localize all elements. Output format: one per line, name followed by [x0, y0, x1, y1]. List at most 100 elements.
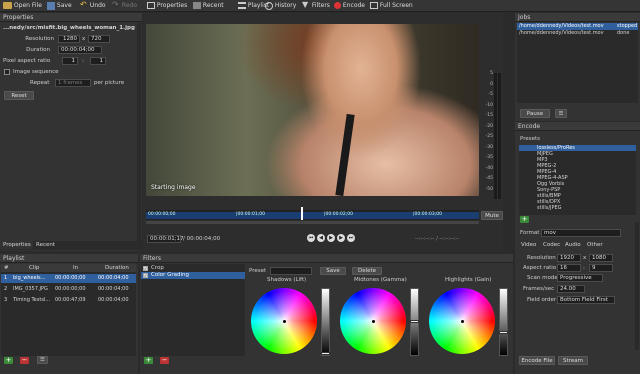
audio-meter-tick: -40: [485, 165, 493, 171]
shadows-slider-handle[interactable]: [321, 352, 330, 355]
table-row[interactable]: 2 IMG_0357.JPG 00:00:00;00 00:00:04;00: [1, 285, 136, 294]
midtones-wheel-label: Midtones (Gamma): [354, 277, 407, 283]
format-select[interactable]: mov: [541, 229, 621, 237]
aspect-den-field[interactable]: 9: [589, 264, 613, 272]
full-screen-button[interactable]: Full Screen: [370, 0, 413, 12]
undo-button[interactable]: ↶ Undo: [80, 0, 106, 12]
fast-forward-icon[interactable]: ▶: [337, 234, 345, 242]
preset-select[interactable]: [270, 267, 312, 275]
tab-other[interactable]: Other: [584, 241, 606, 249]
encode-res-height-field[interactable]: 1080: [589, 254, 613, 262]
midtones-slider-handle[interactable]: [410, 320, 419, 323]
highlights-color-wheel[interactable]: [429, 288, 495, 354]
shadows-lightness-slider[interactable]: [321, 288, 330, 356]
midtones-wheel-marker[interactable]: [372, 320, 375, 323]
skip-next-icon[interactable]: ⏭: [347, 234, 355, 242]
duration-field[interactable]: 00:00:04;00: [58, 46, 102, 54]
properties-header: Properties: [0, 13, 142, 22]
playlist-column-headers: # Clip In Duration: [1, 264, 136, 272]
filter-add-button[interactable]: +: [144, 357, 153, 364]
audio-meter-tick: 0: [490, 81, 493, 87]
jobs-list: /home/ddennedy/Videos/test.mov stopped /…: [517, 23, 638, 103]
filter-item-crop[interactable]: ✓ Crop: [141, 265, 245, 272]
audio-meter: 5 0 -5 -10 -15 -20 -25 -30 -35 -40 -45 -50: [481, 71, 501, 199]
reset-button[interactable]: Reset: [4, 91, 34, 100]
job-row[interactable]: /home/ddennedy/Videos/test.mov stopped: [517, 23, 638, 30]
filter-remove-button[interactable]: −: [160, 357, 169, 364]
encode-panel: Encode Presets lossless/ProRes MJPEG MP3 MP…: [515, 122, 640, 374]
highlights-wheel-marker[interactable]: [461, 320, 464, 323]
properties-button[interactable]: Properties: [147, 0, 187, 12]
jobs-panel: Jobs /home/ddennedy/Videos/test.mov stop…: [515, 13, 640, 121]
resolution-width-field[interactable]: 1280: [58, 35, 80, 43]
open-file-button[interactable]: Open File: [3, 0, 42, 12]
skip-previous-icon[interactable]: ⏮: [307, 234, 315, 242]
color-grading-checkbox[interactable]: ✓: [143, 273, 148, 278]
tab-audio[interactable]: Audio: [562, 241, 584, 249]
properties-scrollbar[interactable]: [137, 23, 141, 241]
in-out-label: --:--:--:-- / --:--:--:--: [415, 236, 459, 242]
encode-file-button[interactable]: Encode File: [519, 356, 555, 365]
history-icon: [265, 1, 273, 10]
audio-meter-tick: -10: [485, 102, 493, 108]
image-sequence-checkbox[interactable]: [4, 69, 10, 75]
aspect-num-field[interactable]: 16: [557, 264, 581, 272]
crop-checkbox[interactable]: ✓: [143, 266, 148, 271]
preset-delete-button[interactable]: Delete: [352, 267, 382, 275]
filters-button[interactable]: ▼ Filters: [302, 0, 330, 12]
playlist-add-button[interactable]: +: [4, 357, 13, 364]
redo-button[interactable]: ↷ Redo: [112, 0, 137, 12]
encode-res-width-field[interactable]: 1920: [557, 254, 581, 262]
recent-button[interactable]: Recent: [193, 0, 224, 12]
midtones-lightness-slider[interactable]: [410, 288, 419, 356]
filter-item-color-grading[interactable]: ✓ Color Grading: [141, 272, 245, 279]
shadows-color-wheel[interactable]: [251, 288, 317, 354]
current-time-field[interactable]: 00:00:01;17: [147, 235, 184, 243]
add-preset-button[interactable]: +: [520, 216, 529, 223]
playlist-menu-button[interactable]: ☰: [37, 356, 48, 364]
preset-save-button[interactable]: Save: [320, 267, 346, 275]
preset-list-item[interactable]: stills/JPEG: [519, 205, 636, 211]
rewind-icon[interactable]: ◀: [317, 234, 325, 242]
job-row[interactable]: /home/ddennedy/Videos/test.mov done: [517, 30, 638, 37]
timeline-ruler[interactable]: 00:00:00;00 |00:00:01;00 |00:00:02;00 |0…: [146, 207, 479, 220]
recent-icon: [193, 2, 201, 9]
par-numerator-field[interactable]: 1: [62, 57, 78, 65]
tab-video[interactable]: Video: [518, 241, 539, 249]
scan-mode-select[interactable]: Progressive: [557, 274, 603, 282]
table-row[interactable]: 1 big_wheels... 00:00:00;00 00:00:04;00: [1, 274, 136, 283]
encode-button[interactable]: Encode: [334, 0, 365, 12]
tab-codec[interactable]: Codec: [540, 241, 563, 249]
mute-button[interactable]: Mute: [481, 211, 503, 220]
pause-button[interactable]: Pause: [520, 109, 550, 118]
history-button[interactable]: History: [265, 0, 296, 12]
main-toolbar: Open File Save ↶ Undo ↷ Redo Properties …: [0, 0, 640, 12]
save-button[interactable]: Save: [47, 0, 72, 12]
redo-icon: ↷: [112, 0, 119, 9]
play-icon[interactable]: ▶: [327, 234, 335, 242]
field-order-select[interactable]: Bottom Field First: [557, 296, 615, 304]
audio-meter-tick: 5: [490, 71, 493, 76]
highlights-lightness-slider[interactable]: [499, 288, 508, 356]
timeline-scrollbar[interactable]: [146, 221, 479, 224]
resolution-x: x: [82, 36, 86, 42]
frames-per-sec-field[interactable]: 24.00: [557, 285, 585, 293]
playhead[interactable]: [301, 207, 303, 220]
field-order-label: Field order: [527, 297, 557, 303]
table-row[interactable]: 3 Timing Testsl... 00:00:47;09 00:00:04;…: [1, 296, 136, 305]
encode-scrollbar[interactable]: [635, 222, 639, 350]
playlist-remove-button[interactable]: −: [20, 357, 29, 364]
shadows-wheel-marker[interactable]: [283, 320, 286, 323]
midtones-color-wheel[interactable]: [340, 288, 406, 354]
tab-properties[interactable]: Properties: [0, 241, 34, 249]
highlights-slider-handle[interactable]: [499, 331, 508, 334]
repeat-field[interactable]: 1 frames: [55, 79, 91, 87]
video-overlay-text: Starting image: [151, 184, 196, 191]
tab-recent[interactable]: Recent: [33, 241, 59, 249]
playlist-icon: [238, 2, 246, 9]
stream-button[interactable]: Stream: [558, 356, 588, 365]
jobs-menu-button[interactable]: ☰: [555, 109, 567, 118]
par-denominator-field[interactable]: 1: [90, 57, 106, 65]
audio-meter-tick: -35: [485, 155, 493, 160]
resolution-height-field[interactable]: 720: [88, 35, 110, 43]
